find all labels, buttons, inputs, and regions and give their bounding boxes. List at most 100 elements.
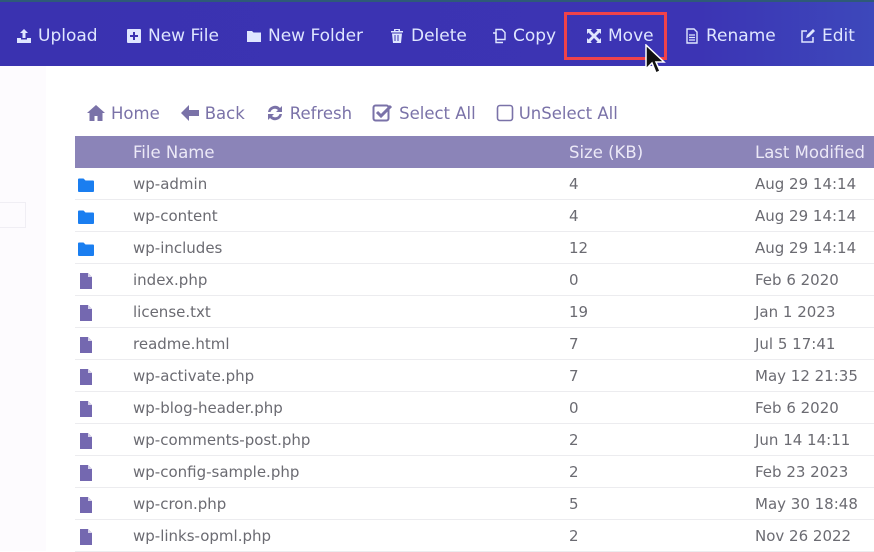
sidebar-field[interactable] [0,202,26,228]
folder-icon [78,178,94,192]
file-modified: Feb 23 2023 [755,462,849,481]
checkbox-empty-icon [496,104,514,122]
select-all-button[interactable]: Select All [372,103,476,123]
file-modified: May 12 21:35 [755,366,858,385]
mouse-cursor-icon [645,44,666,75]
file-size: 2 [569,526,579,545]
file-size: 4 [569,174,579,193]
file-modified: Nov 26 2022 [755,526,852,545]
file-icon [80,497,92,513]
table-row[interactable]: index.php 0 Feb 6 2020 [75,264,874,296]
file-size: 7 [569,334,579,353]
select-all-label: Select All [399,103,476,123]
file-modified: May 30 18:48 [755,494,858,513]
folder-icon [78,242,94,256]
refresh-icon [267,105,282,121]
sidebar [0,66,46,551]
file-nav-bar: Home Back Refresh Select All UnSelect Al… [86,100,638,126]
file-size: 2 [569,462,579,481]
unselect-all-label: UnSelect All [518,103,618,123]
table-header: File Name Size (KB) Last Modified [75,136,874,168]
file-icon [80,273,92,289]
file-name[interactable]: index.php [133,271,207,289]
file-modified: Aug 29 14:14 [755,174,857,193]
home-label: Home [111,103,160,123]
file-text-icon [683,27,701,45]
table-row[interactable]: readme.html 7 Jul 5 17:41 [75,328,874,360]
file-size: 12 [569,238,589,257]
edit-button[interactable]: Edit [799,22,855,50]
copy-label: Copy [513,26,557,46]
file-name[interactable]: readme.html [133,335,230,353]
upload-button[interactable]: Upload [15,22,98,50]
file-name[interactable]: wp-cron.php [133,495,226,513]
file-icon [80,369,92,385]
file-name[interactable]: wp-blog-header.php [133,399,283,417]
file-name[interactable]: wp-links-opml.php [133,527,271,545]
file-name[interactable]: wp-activate.php [133,367,254,385]
delete-button[interactable]: Delete [388,22,467,50]
file-modified: Aug 29 14:14 [755,238,857,257]
folder-icon [245,27,263,45]
back-button[interactable]: Back [180,104,245,123]
file-modified: Jun 14 14:11 [755,430,851,449]
file-size: 5 [569,494,579,513]
file-size: 4 [569,206,579,225]
file-name[interactable]: wp-config-sample.php [133,463,299,481]
file-icon [80,465,92,481]
copy-button[interactable]: Copy [490,22,556,50]
table-row[interactable]: license.txt 19 Jan 1 2023 [75,296,874,328]
file-icon [80,529,92,545]
file-modified: Feb 6 2020 [755,398,839,417]
table-row[interactable]: wp-content 4 Aug 29 14:14 [75,200,874,232]
edit-label: Edit [822,26,855,46]
table-row[interactable]: wp-blog-header.php 0 Feb 6 2020 [75,392,874,424]
rename-label: Rename [706,26,776,46]
upload-label: Upload [38,26,98,46]
edit-icon [799,27,817,45]
file-name[interactable]: license.txt [133,303,211,321]
file-icon [80,305,92,321]
header-size[interactable]: Size (KB) [569,143,643,162]
file-icon [80,337,92,353]
upload-icon [15,27,33,45]
table-row[interactable]: wp-cron.php 5 May 30 18:48 [75,488,874,520]
home-icon [87,105,105,121]
file-icon [80,401,92,417]
file-size: 2 [569,430,579,449]
header-last-modified[interactable]: Last Modified [755,143,865,162]
arrow-left-icon [180,105,199,121]
table-row[interactable]: wp-comments-post.php 2 Jun 14 14:11 [75,424,874,456]
trash-icon [388,27,406,45]
back-label: Back [204,103,245,123]
header-file-name[interactable]: File Name [133,143,215,162]
rename-button[interactable]: Rename [683,22,776,50]
refresh-label: Refresh [289,103,353,123]
home-button[interactable]: Home [86,104,160,123]
file-size: 7 [569,366,579,385]
table-row[interactable]: wp-config-sample.php 2 Feb 23 2023 [75,456,874,488]
new-folder-label: New Folder [268,26,364,46]
file-modified: Jul 5 17:41 [755,334,836,353]
file-name[interactable]: wp-includes [133,239,222,257]
checkbox-checked-icon [372,104,393,122]
table-row[interactable]: wp-admin 4 Aug 29 14:14 [75,168,874,200]
new-file-label: New File [148,26,219,46]
file-size: 0 [569,270,579,289]
file-name[interactable]: wp-admin [133,175,207,193]
file-modified: Feb 6 2020 [755,270,839,289]
unselect-all-button[interactable]: UnSelect All [496,103,618,123]
plus-square-icon [125,27,143,45]
table-row[interactable]: wp-links-opml.php 2 Nov 26 2022 [75,520,874,552]
new-folder-button[interactable]: New Folder [245,22,363,50]
new-file-button[interactable]: New File [125,22,219,50]
table-row[interactable]: wp-activate.php 7 May 12 21:35 [75,360,874,392]
file-name[interactable]: wp-comments-post.php [133,431,310,449]
top-toolbar: Upload New File New Folder Delete Copy M… [0,0,874,66]
file-icon [80,433,92,449]
refresh-button[interactable]: Refresh [265,103,352,123]
file-table: File Name Size (KB) Last Modified wp-adm… [75,136,874,552]
file-modified: Jan 1 2023 [755,302,836,321]
file-name[interactable]: wp-content [133,207,218,225]
table-row[interactable]: wp-includes 12 Aug 29 14:14 [75,232,874,264]
